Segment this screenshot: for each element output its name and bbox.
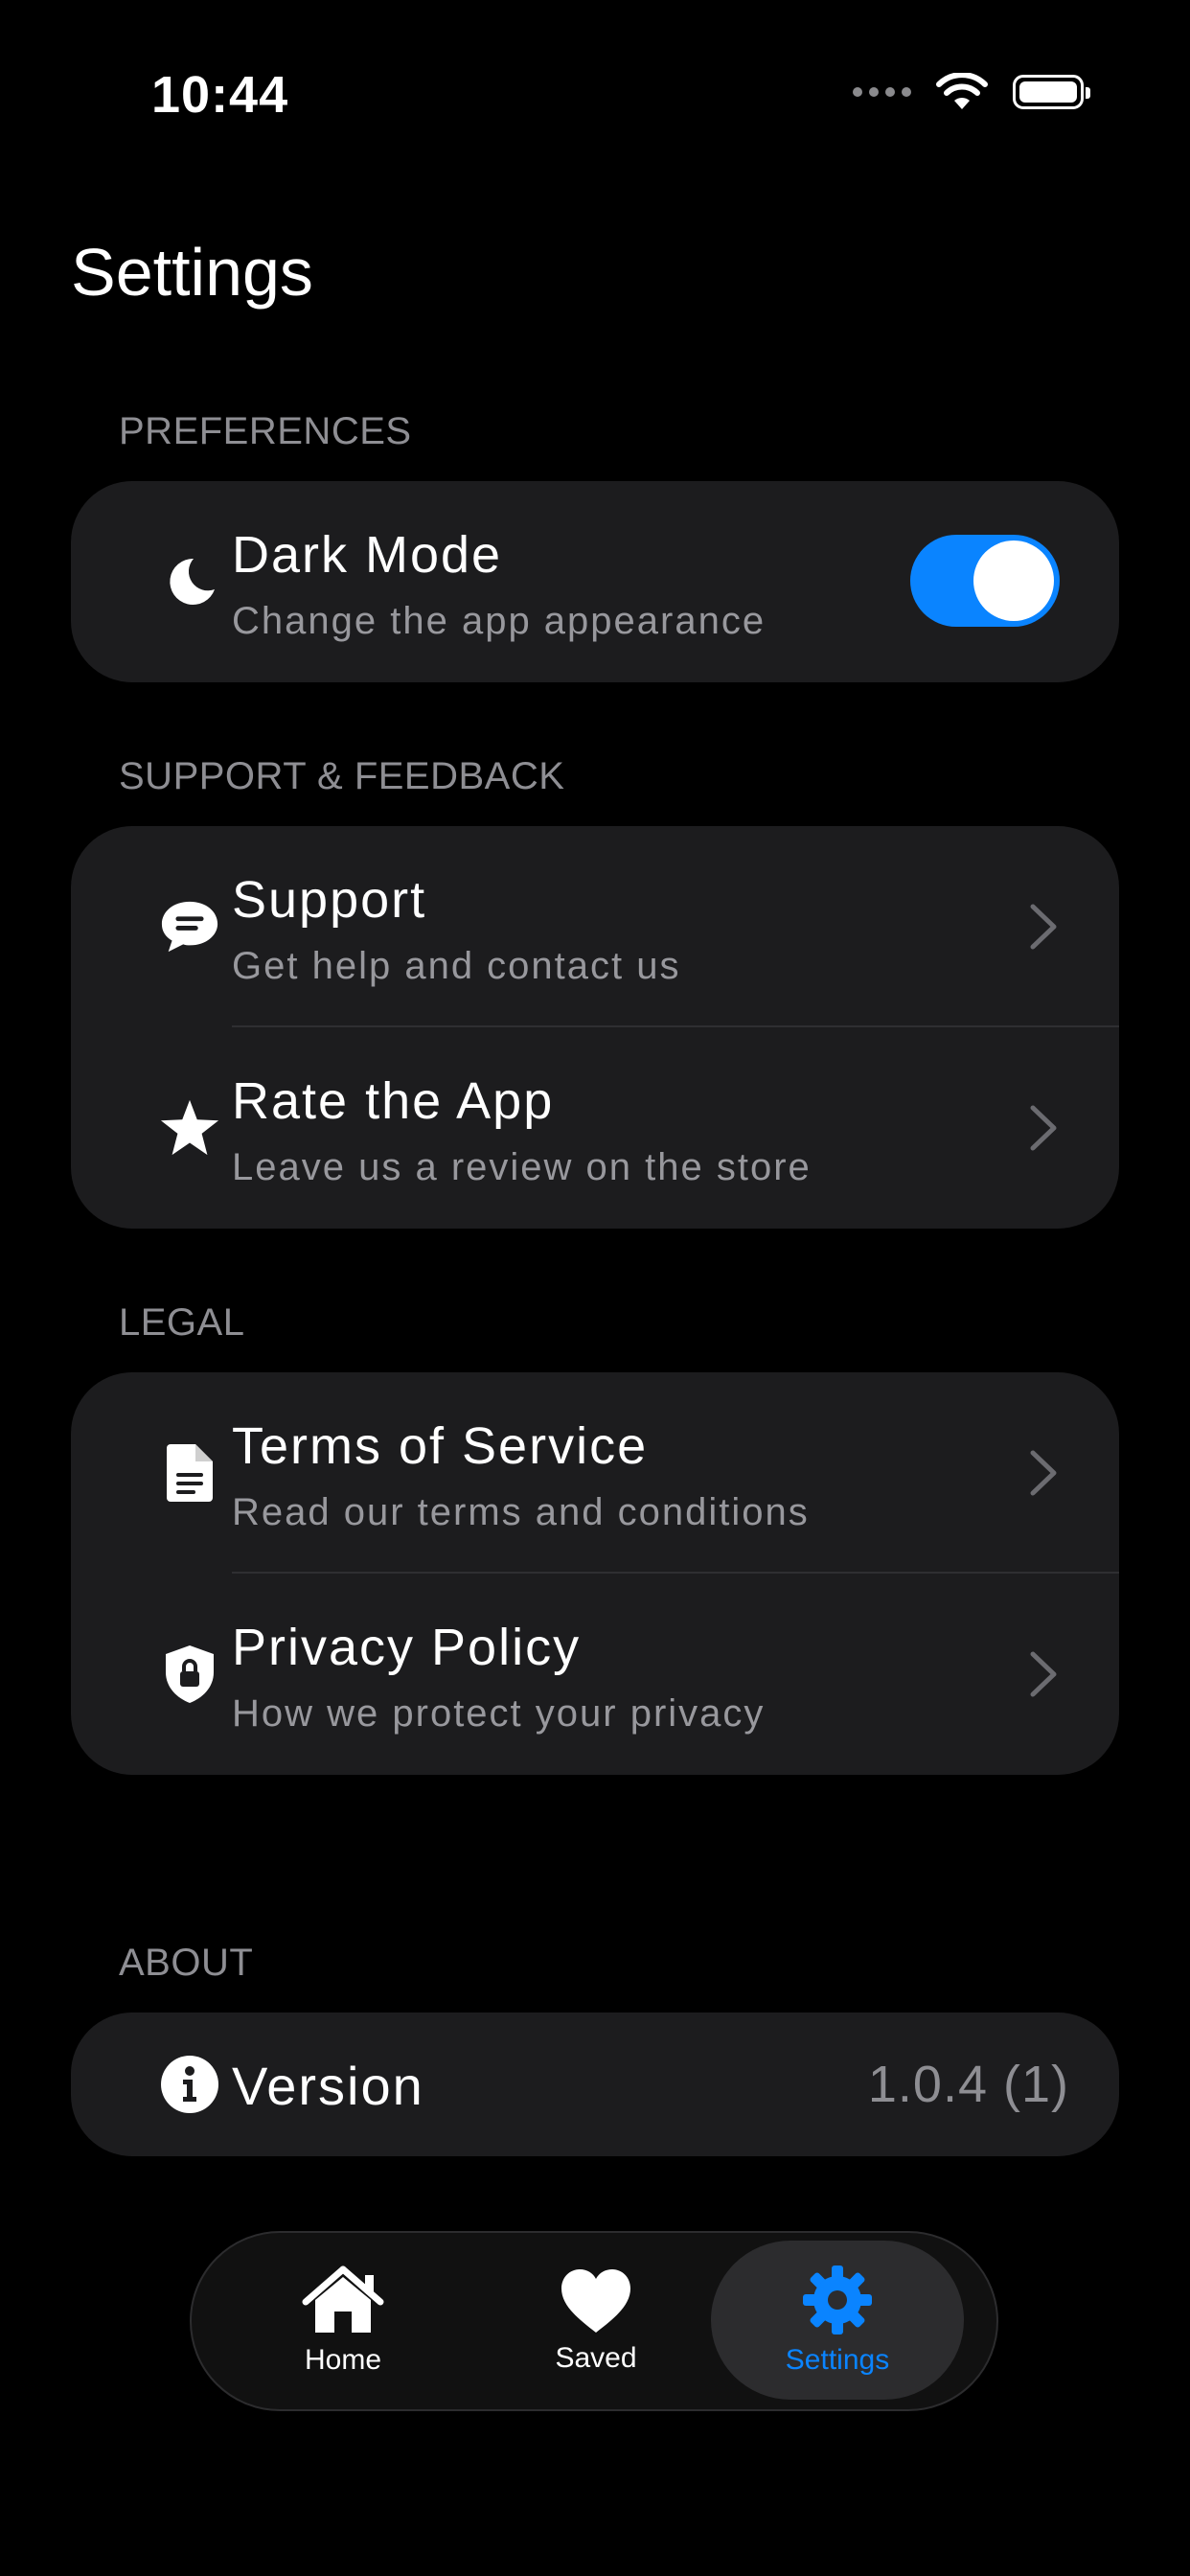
version-row: Version 1.0.4 (1) [71, 2012, 1119, 2156]
dark-mode-toggle[interactable] [910, 535, 1060, 627]
section-header-support: SUPPORT & FEEDBACK [119, 755, 565, 797]
terms-title: Terms of Service [232, 1417, 649, 1475]
support-title: Support [232, 871, 427, 929]
terms-row[interactable]: Terms of Service Read our terms and cond… [71, 1372, 1119, 1574]
dark-mode-title: Dark Mode [232, 526, 503, 584]
legal-card: Terms of Service Read our terms and cond… [71, 1372, 1119, 1775]
support-subtitle: Get help and contact us [232, 945, 681, 987]
about-card: Version 1.0.4 (1) [71, 2012, 1119, 2156]
rate-app-row[interactable]: Rate the App Leave us a review on the st… [71, 1027, 1119, 1229]
version-title: Version [232, 2056, 424, 2116]
tab-saved[interactable]: Saved [469, 2233, 722, 2409]
moon-icon [159, 551, 220, 612]
cellular-signal-icon [853, 87, 911, 97]
preferences-card: Dark Mode Change the app appearance [71, 481, 1119, 682]
page-title: Settings [71, 235, 313, 310]
chat-bubble-icon [159, 896, 220, 957]
section-header-legal: LEGAL [119, 1301, 245, 1344]
star-icon [159, 1097, 220, 1159]
tab-settings[interactable]: Settings [711, 2241, 964, 2400]
info-icon [159, 2054, 220, 2115]
wifi-icon [936, 73, 988, 109]
support-card: Support Get help and contact us Rate the… [71, 826, 1119, 1229]
tab-settings-label: Settings [785, 2344, 890, 2376]
house-icon [302, 2266, 384, 2333]
battery-icon [1013, 75, 1090, 109]
tab-saved-label: Saved [555, 2342, 637, 2374]
tab-home[interactable]: Home [217, 2233, 469, 2409]
chevron-right-icon [1030, 904, 1057, 950]
document-icon [159, 1442, 220, 1504]
terms-subtitle: Read our terms and conditions [232, 1491, 810, 1533]
dark-mode-row: Dark Mode Change the app appearance [71, 481, 1119, 682]
status-time: 10:44 [151, 66, 289, 124]
tab-bar: Home Saved Settings [190, 2231, 998, 2411]
chevron-right-icon [1030, 1450, 1057, 1496]
rate-app-subtitle: Leave us a review on the store [232, 1146, 812, 1188]
status-indicators [853, 73, 1090, 111]
chevron-right-icon [1030, 1651, 1057, 1697]
version-value: 1.0.4 (1) [867, 2056, 1069, 2113]
dark-mode-subtitle: Change the app appearance [232, 600, 767, 642]
gear-icon [803, 2266, 872, 2334]
chevron-right-icon [1030, 1105, 1057, 1151]
rate-app-title: Rate the App [232, 1072, 555, 1130]
privacy-row[interactable]: Privacy Policy How we protect your priva… [71, 1574, 1119, 1775]
toggle-knob [973, 540, 1054, 621]
privacy-subtitle: How we protect your privacy [232, 1692, 766, 1735]
privacy-title: Privacy Policy [232, 1619, 582, 1676]
heart-icon [561, 2269, 630, 2333]
support-row[interactable]: Support Get help and contact us [71, 826, 1119, 1027]
tab-home-label: Home [304, 2344, 382, 2376]
section-header-preferences: PREFERENCES [119, 410, 412, 452]
shield-lock-icon [159, 1644, 220, 1705]
section-header-about: ABOUT [119, 1942, 254, 1984]
